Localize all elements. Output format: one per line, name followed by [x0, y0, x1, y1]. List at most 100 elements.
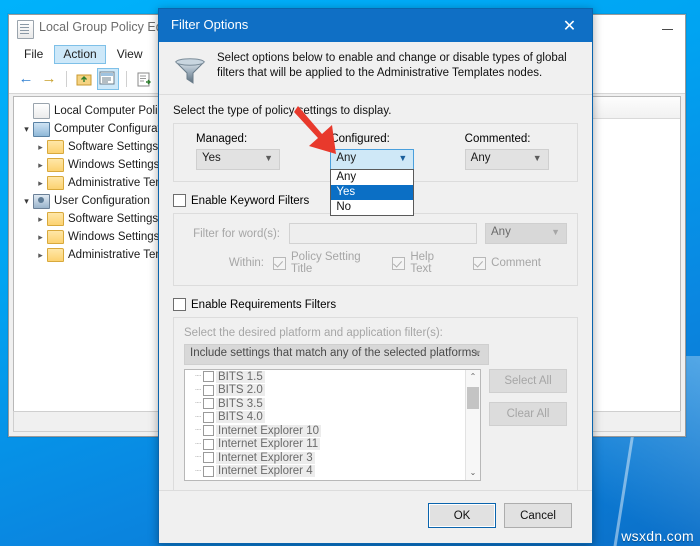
platform-list-item[interactable]: ┈ BITS 2.0 — [185, 384, 480, 398]
platform-checkbox[interactable] — [203, 425, 214, 437]
clear-all-button[interactable]: Clear All — [489, 402, 567, 426]
minimize-icon[interactable] — [662, 29, 673, 30]
keyword-match-select[interactable]: Any ▼ — [485, 223, 567, 244]
platform-list-item[interactable]: ┈ Internet Explorer 4 — [185, 465, 480, 479]
configured-dropdown-menu[interactable]: Any Yes No — [330, 169, 415, 216]
enable-requirements-filters-row[interactable]: Enable Requirements Filters — [173, 298, 578, 311]
platform-checkbox[interactable] — [203, 411, 214, 423]
tree-connector-icon: ┈ — [195, 411, 202, 423]
commented-column: Commented: Any ▼ — [443, 133, 577, 170]
ok-button[interactable]: OK — [428, 503, 496, 528]
enable-keyword-filters-checkbox[interactable] — [173, 194, 186, 207]
help-text-checkbox[interactable] — [392, 256, 406, 270]
platform-list-scrollbar[interactable]: ⌃ ⌄ — [465, 370, 480, 480]
comment-label: Comment — [491, 257, 541, 269]
chevron-right-icon[interactable]: ▸ — [34, 178, 47, 189]
select-all-button[interactable]: Select All — [489, 369, 567, 393]
platform-list-row: ┈ BITS 1.5 ┈ BITS 2.0 ┈ BITS 3.5 ┈ BITS 4.0 ┈ Int… — [174, 365, 577, 491]
chevron-down-icon: ▼ — [551, 227, 560, 237]
folder-icon — [47, 176, 64, 190]
menu-view[interactable]: View — [108, 45, 152, 64]
chevron-right-icon[interactable]: ▸ — [34, 250, 47, 261]
platform-checkbox[interactable] — [203, 371, 214, 383]
chevron-down-icon: ▼ — [264, 153, 273, 163]
export-list-icon[interactable] — [134, 69, 154, 89]
tree-item[interactable]: ▸ Administrative Tem — [14, 174, 168, 192]
tree-connector-icon: ┈ — [195, 371, 202, 383]
policy-tree-pane[interactable]: Local Computer Policy ▾ Computer Configura… — [13, 96, 169, 430]
tree-item[interactable]: ▸ Software Settings — [14, 210, 168, 228]
platform-label: BITS 2.0 — [216, 384, 265, 397]
tree-item[interactable]: ▸ Administrative Tem — [14, 246, 168, 264]
cancel-button[interactable]: Cancel — [504, 503, 572, 528]
managed-select[interactable]: Yes ▼ — [196, 149, 280, 170]
comment-checkbox[interactable] — [473, 256, 487, 270]
platform-match-select[interactable]: Include settings that match any of the s… — [184, 344, 489, 365]
platform-checkbox[interactable] — [203, 438, 214, 450]
option-no[interactable]: No — [331, 200, 413, 215]
platform-list-item[interactable]: ┈ Internet Explorer 11 — [185, 438, 480, 452]
keyword-filter-row: Filter for word(s): Any ▼ — [174, 214, 577, 247]
platform-label: Internet Explorer 4 — [216, 465, 315, 478]
chevron-right-icon[interactable]: ▸ — [34, 160, 47, 171]
tree-item[interactable]: ▾ User Configuration — [14, 192, 168, 210]
up-folder-icon[interactable] — [74, 69, 94, 89]
back-icon[interactable]: ← — [16, 69, 36, 89]
platform-match-value: Include settings that match any of the s… — [190, 347, 481, 359]
platform-checkbox[interactable] — [203, 465, 214, 477]
commented-select[interactable]: Any ▼ — [464, 149, 549, 170]
commented-value: Any — [470, 152, 491, 164]
configured-column: Configured: Any ▼ Any Yes No — [308, 133, 442, 216]
platform-label: Internet Explorer 3 — [216, 451, 315, 464]
policy-setting-title-label: Policy Setting Title — [291, 251, 361, 275]
chevron-down-icon: ▼ — [532, 153, 542, 163]
filter-options-dialog[interactable]: Filter Options ✕ Select options below to… — [158, 8, 593, 544]
within-policy-setting-title[interactable]: Policy Setting Title — [273, 251, 366, 275]
platform-checkbox[interactable] — [203, 384, 214, 396]
menu-action[interactable]: Action — [54, 44, 106, 64]
platform-label: BITS 3.5 — [216, 397, 265, 410]
chevron-down-icon: ▼ — [473, 348, 482, 358]
chevron-down-icon[interactable]: ▾ — [20, 196, 33, 207]
scroll-up-icon[interactable]: ⌃ — [466, 370, 480, 384]
enable-requirements-filters-checkbox[interactable] — [173, 298, 186, 311]
scroll-down-icon[interactable]: ⌄ — [466, 466, 480, 480]
chevron-down-icon[interactable]: ▾ — [20, 124, 33, 135]
policy-tree[interactable]: Local Computer Policy ▾ Computer Configura… — [14, 97, 168, 264]
forward-icon[interactable]: → — [39, 69, 59, 89]
chevron-right-icon[interactable]: ▸ — [34, 232, 47, 243]
tree-item-label: Administrative Tem — [68, 249, 165, 261]
platform-checkbox[interactable] — [203, 398, 214, 410]
option-yes[interactable]: Yes — [331, 185, 414, 200]
platform-list-item[interactable]: ┈ BITS 3.5 — [185, 397, 480, 411]
platform-list-item[interactable]: ┈ BITS 1.5 — [185, 370, 480, 384]
policy-setting-title-checkbox[interactable] — [273, 256, 287, 270]
tree-connector-icon: ┈ — [195, 398, 202, 410]
menu-file[interactable]: File — [15, 45, 52, 64]
scrollbar-thumb[interactable] — [467, 387, 479, 409]
tree-item[interactable]: ▸ Software Settings — [14, 138, 168, 156]
filter-words-input[interactable] — [289, 223, 477, 244]
platform-checkbox[interactable] — [203, 452, 214, 464]
close-icon[interactable]: ✕ — [547, 9, 592, 42]
platform-label: BITS 4.0 — [216, 411, 265, 424]
tree-item[interactable]: ▸ Windows Settings — [14, 156, 168, 174]
option-any[interactable]: Any — [331, 170, 413, 185]
tree-item[interactable]: Local Computer Policy — [14, 102, 168, 120]
within-comment[interactable]: Comment — [473, 256, 541, 270]
tree-item[interactable]: ▾ Computer Configuration — [14, 120, 168, 138]
platform-list-item[interactable]: ┈ BITS 4.0 — [185, 411, 480, 425]
configured-select[interactable]: Any ▼ Any Yes No — [330, 149, 415, 216]
tree-item-label: Windows Settings — [68, 231, 160, 243]
tree-item-label: Software Settings — [68, 213, 159, 225]
chevron-right-icon[interactable]: ▸ — [34, 214, 47, 225]
within-help-text[interactable]: Help Text — [392, 251, 447, 275]
chevron-right-icon[interactable]: ▸ — [34, 142, 47, 153]
platform-list-item[interactable]: ┈ Internet Explorer 10 — [185, 424, 480, 438]
platform-list-item[interactable]: ┈ Internet Explorer 3 — [185, 451, 480, 465]
tree-item[interactable]: ▸ Windows Settings — [14, 228, 168, 246]
platform-list[interactable]: ┈ BITS 1.5 ┈ BITS 2.0 ┈ BITS 3.5 ┈ BITS 4.0 ┈ Int… — [184, 369, 481, 481]
filter-icon[interactable] — [97, 68, 119, 90]
help-text-label: Help Text — [410, 251, 434, 275]
dialog-title: Filter Options — [171, 17, 249, 32]
